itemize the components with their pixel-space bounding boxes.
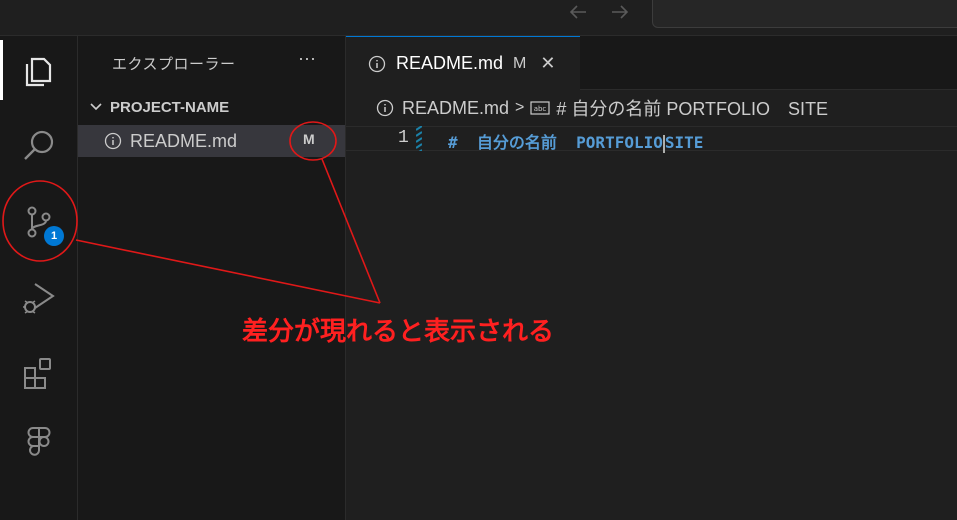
explorer-sidebar: エクスプローラー ··· PROJECT-NAME README.md M [78,36,346,520]
explorer-icon[interactable] [0,40,78,100]
arrow-right-icon[interactable] [608,2,632,22]
run-debug-icon[interactable] [0,268,78,328]
source-control-icon[interactable]: 1 [0,192,78,252]
editor-tabs: README.md M ✕ [346,36,957,90]
breadcrumb: README.md > abc # 自分の名前 PORTFOLIO SITE [376,97,828,119]
modified-gutter-marker[interactable] [416,126,422,151]
svg-text:abc: abc [534,105,547,113]
project-section-header[interactable]: PROJECT-NAME [88,96,229,118]
breadcrumb-symbol[interactable]: # 自分の名前 PORTFOLIO SITE [556,95,828,121]
file-name: README.md [130,130,238,151]
more-actions-icon[interactable]: ··· [298,48,316,69]
search-icon[interactable] [0,116,78,176]
modified-indicator: M [303,131,315,147]
info-icon [376,99,394,117]
tab-label: README.md [396,53,504,73]
breadcrumb-file[interactable]: README.md [402,98,509,119]
activity-bar: 1 [0,36,78,520]
info-icon [104,132,122,150]
chevron-down-icon [90,103,102,111]
command-center[interactable] [652,0,957,28]
tab-modified-indicator: M [513,54,527,72]
source-control-badge: 1 [44,226,64,246]
extensions-icon[interactable] [0,344,78,404]
close-icon[interactable]: ✕ [540,53,555,74]
arrow-left-icon[interactable] [566,2,590,22]
project-name: PROJECT-NAME [110,98,230,116]
figma-icon[interactable] [0,412,78,472]
string-symbol-icon: abc [530,101,550,115]
code-text-after: SITE [664,133,704,152]
editor-area[interactable]: README.md > abc # 自分の名前 PORTFOLIO SITE 1… [346,90,957,520]
annotation-text: 差分が現れると表示される [242,316,555,346]
line-number: 1 [398,128,409,148]
sidebar-title: エクスプローラー [112,56,236,73]
title-bar [0,0,957,36]
code-line[interactable]: # 自分の名前 PORTFOLIO SITE [448,129,703,153]
info-icon [368,55,386,72]
code-text: # 自分の名前 PORTFOLIO [448,133,663,152]
breadcrumb-separator: > [515,99,525,116]
file-item-readme[interactable]: README.md M [78,125,345,157]
tab-readme[interactable]: README.md M ✕ [346,36,580,90]
